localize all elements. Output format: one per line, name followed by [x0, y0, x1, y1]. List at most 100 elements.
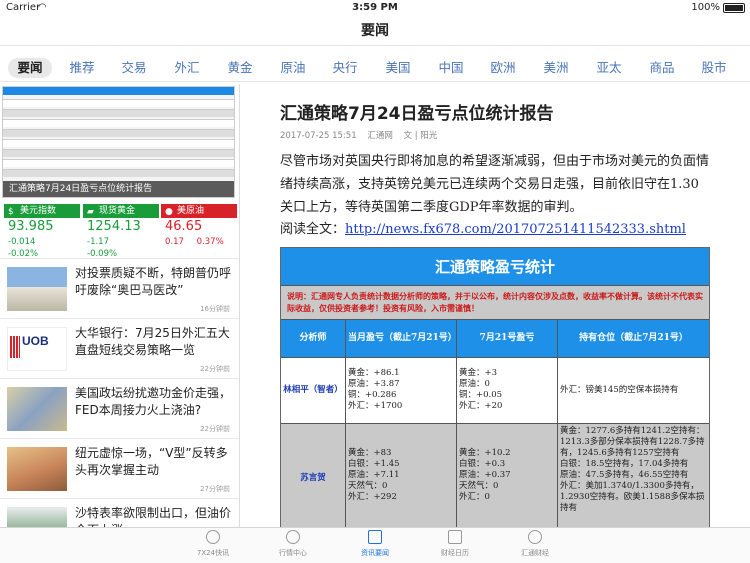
read-more-label: 阅读全文： [280, 222, 346, 237]
stats-table: 汇通策略盈亏统计 说明：汇通网专人负责统计数据分析师的策略，并于以公布，统计内容… [280, 247, 710, 527]
dollar-icon: $ [8, 207, 14, 217]
quote-header: $ 美元指数 [4, 204, 80, 218]
quote-name: 美元指数 [20, 206, 57, 216]
news-thumbnail [7, 267, 67, 311]
quote-change: 0.17 0.37% [161, 236, 237, 248]
calendar-icon [448, 530, 462, 544]
bottom-tab-label: 资讯要闻 [361, 549, 389, 557]
news-thumbnail: UOB [7, 327, 67, 371]
bottom-tab-news[interactable]: 资讯要闻 [335, 530, 415, 558]
news-thumbnail [7, 507, 67, 527]
tab-headlines[interactable]: 要闻 [8, 58, 52, 78]
news-title: 纽元虚惊一场，“V型”反转多头再次掌握主动 [75, 446, 228, 477]
position-cell: 黄金：1277.6多持有1241.2空持有：1213.3多部分保本损持有1228… [558, 424, 709, 527]
daily-cell: 黄金：+10.2 白银：+0.3 原油：+0.37 天然气：0 外汇：0 [457, 424, 558, 527]
bottom-tab-market-center[interactable]: 行情中心 [253, 530, 333, 558]
bottom-tab-label: 财经日历 [441, 549, 469, 557]
quote-name: 现货黄金 [99, 206, 136, 216]
battery-percent: 100% [691, 2, 720, 13]
quote-us-crude[interactable]: ● 美原油 46.65 0.17 0.37% [161, 204, 237, 252]
cell-line: 原油：+7.11 [348, 470, 400, 480]
cell-line: 天然气：0 [348, 481, 388, 491]
page-title: 要闻 [361, 23, 389, 39]
stats-table-title: 汇通策略盈亏统计 [281, 248, 709, 286]
bottom-tab-calendar[interactable]: 财经日历 [415, 530, 495, 558]
news-title: 大华银行：7月25日外汇五大直盘短线交易策略一览 [75, 326, 230, 357]
bottom-tab-label: 7X24快讯 [196, 549, 230, 557]
banner-thumbnail-row [3, 139, 234, 147]
tab-gold[interactable]: 黄金 [218, 58, 262, 78]
cell-line: 铜：+0.286 [348, 390, 397, 400]
tab-forex[interactable]: 外汇 [165, 58, 209, 78]
uob-logo-text: UOB [22, 334, 49, 348]
quote-change: -1.17 -0.09% [83, 236, 159, 260]
table-row: 苏言贺 黄金：+83 白银：+1.45 原油：+7.11 天然气：0 外汇：+2… [281, 424, 709, 527]
news-title: 对投票质疑不断，特朗普仍呼吁废除“奥巴马医改” [75, 266, 232, 297]
banner-thumbnail-row [3, 129, 234, 137]
tab-central-bank[interactable]: 央行 [323, 58, 367, 78]
tab-trading[interactable]: 交易 [112, 58, 156, 78]
news-list-item[interactable]: 对投票质疑不断，特朗普仍呼吁废除“奥巴马医改” 16分钟前 [0, 258, 239, 318]
tab-commodities[interactable]: 商品 [640, 58, 684, 78]
cell-line: 铜：+0.05 [459, 390, 503, 400]
tab-recommended[interactable]: 推荐 [60, 58, 104, 78]
nav-bar: 要闻 [0, 16, 750, 46]
read-more: 阅读全文：http://news.fx678.com/2017072514115… [280, 218, 686, 237]
tab-europe[interactable]: 欧洲 [481, 58, 525, 78]
news-thumbnail [7, 387, 67, 431]
cell-line: 黄金：1277.6多持有1241.2空持有：1213.3多部分保本损持有1228… [560, 426, 705, 458]
quote-spot-gold[interactable]: ▰ 现货黄金 1254.13 -1.17 -0.09% [83, 204, 159, 259]
quote-change-abs: 0.17 [165, 237, 184, 247]
cell-line: 外汇：+20 [459, 401, 503, 411]
flash-news-icon [206, 530, 220, 544]
cell-line: 外汇：镑美145的空保本损持有 [560, 385, 679, 395]
tab-asia-pacific[interactable]: 亚太 [587, 58, 631, 78]
banner-thumbnail-header [3, 87, 234, 95]
uob-logo-icon [10, 336, 20, 358]
tab-usa[interactable]: 美国 [376, 58, 420, 78]
tab-china[interactable]: 中国 [429, 58, 473, 78]
featured-banner[interactable]: 汇通策略7月24日盈亏点位统计报告 [2, 86, 235, 198]
clock: 3:59 PM [352, 2, 398, 13]
tab-americas[interactable]: 美洲 [534, 58, 578, 78]
cell-line: 原油：+3.87 [348, 379, 400, 389]
news-list-item[interactable]: UOB 大华银行：7月25日外汇五大直盘短线交易策略一览 22分钟前 [0, 318, 239, 378]
tab-stocks[interactable]: 股市 [692, 58, 736, 78]
cell-line: 白银：18.5空持有，17.04多持有 [560, 459, 689, 469]
quote-value: 1254.13 [87, 219, 141, 234]
banner-thumbnail-row [3, 119, 234, 127]
news-title: 美国政坛纷扰邀功金价走强，FED本周接力火上浇油? [75, 386, 232, 417]
cell-line: 白银：+0.3 [459, 459, 506, 469]
monthly-cell: 黄金：+83 白银：+1.45 原油：+7.11 天然气：0 外汇：+292 [346, 424, 457, 527]
header-daily: 7月21号盈亏 [457, 320, 558, 357]
cell-line: 原油：0 [459, 379, 490, 389]
banner-caption: 汇通策略7月24日盈亏点位统计报告 [3, 181, 234, 197]
cell-line: 原油：+0.37 [459, 470, 511, 480]
read-more-link[interactable]: http://news.fx678.com/201707251411542333… [345, 222, 686, 237]
news-list-item[interactable]: 沙特表率欲限制出口，但油价全面上涨 [0, 498, 239, 527]
quote-value: 46.65 [165, 219, 203, 234]
oil-drop-icon: ● [165, 207, 173, 217]
quote-usd-index[interactable]: $ 美元指数 93.985 -0.014 -0.02% [4, 204, 80, 259]
article-date: 2017-07-25 15:51 [280, 131, 357, 141]
news-list-item[interactable]: 美国政坛纷扰邀功金价走强，FED本周接力火上浇油? 22分钟前 [0, 378, 239, 438]
news-list-item[interactable]: 纽元虚惊一场，“V型”反转多头再次掌握主动 27分钟前 [0, 438, 239, 498]
stats-table-note: 说明：汇通网专人负责统计数据分析师的策略，并于以公布，统计内容仅涉及点数，收益率… [281, 286, 709, 320]
banner-thumbnail-row [3, 169, 234, 177]
quote-change: -0.014 -0.02% [4, 236, 80, 260]
cell-line: 白银：+1.45 [348, 459, 400, 469]
category-tabs: 要闻 推荐 交易 外汇 黄金 原油 央行 美国 中国 欧洲 美洲 亚太 商品 股… [0, 52, 750, 82]
banner-thumbnail-row [3, 149, 234, 157]
cell-line: 外汇：+1700 [348, 401, 403, 411]
quote-header: ● 美原油 [161, 204, 237, 218]
news-thumbnail [7, 447, 67, 491]
bottom-tab-fx678[interactable]: 汇通财经 [495, 530, 575, 558]
tab-crude-oil[interactable]: 原油 [271, 58, 315, 78]
cell-line: 天然气：0 [459, 481, 499, 491]
gold-bars-icon: ▰ [87, 207, 94, 217]
bottom-tab-flash-news[interactable]: 7X24快讯 [173, 530, 253, 558]
quote-change-abs: -0.014 [8, 237, 36, 247]
cell-line: 黄金：+83 [348, 448, 392, 458]
cell-line: 黄金：+3 [459, 368, 498, 378]
market-quotes: $ 美元指数 93.985 -0.014 -0.02% ▰ 现货黄金 1254.… [0, 204, 239, 259]
